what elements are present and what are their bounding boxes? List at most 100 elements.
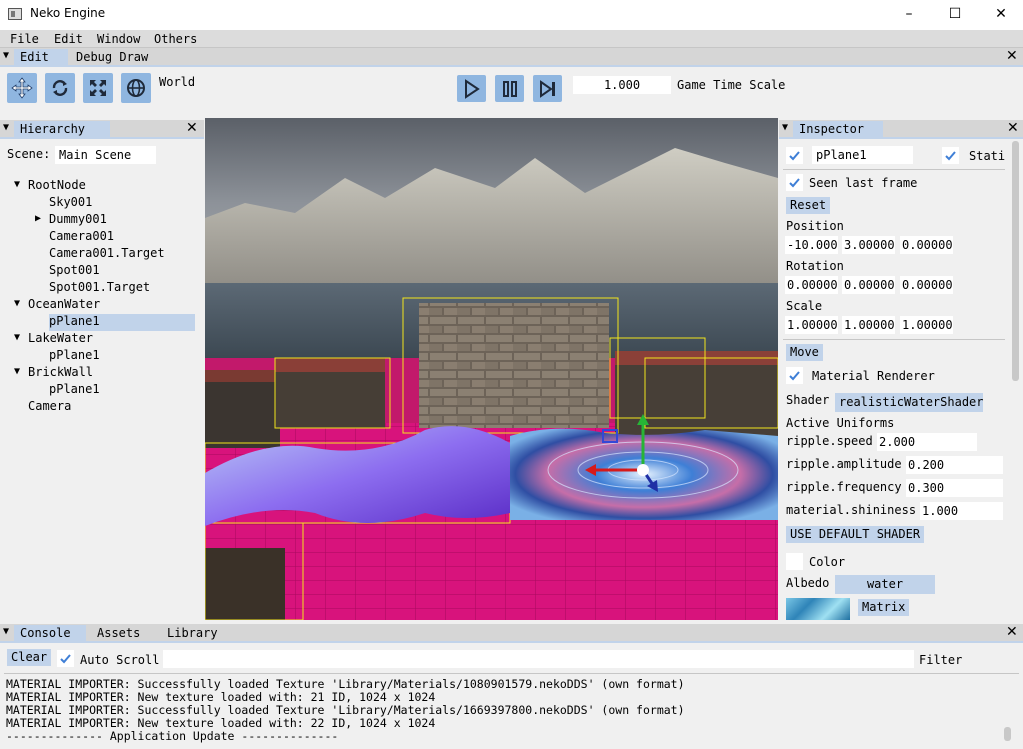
scrollbar-thumb[interactable]	[1012, 141, 1019, 381]
console-scrollbar[interactable]	[1002, 677, 1012, 747]
filter-input[interactable]	[163, 650, 914, 668]
hierarchy-item[interactable]: pPlane1	[49, 382, 100, 399]
console-line: MATERIAL IMPORTER: New texture loaded wi…	[6, 716, 436, 730]
close-icon[interactable]: ✕	[1006, 48, 1018, 64]
menu-edit[interactable]: Edit	[54, 32, 83, 46]
auto-scroll-checkbox[interactable]	[57, 650, 74, 667]
hierarchy-item[interactable]: Camera001.Target	[49, 246, 165, 263]
scale-y-input[interactable]: 1.00000	[842, 316, 895, 334]
scene-viewport[interactable]	[205, 118, 778, 620]
position-x-input[interactable]: -10.000	[785, 236, 838, 254]
pause-button[interactable]	[495, 75, 524, 102]
position-z-input[interactable]: 0.00000	[900, 236, 953, 254]
scale-tool-button[interactable]	[83, 73, 113, 103]
play-icon	[465, 79, 480, 99]
collapse-arrow-icon[interactable]: ▼	[3, 122, 9, 133]
menu-others[interactable]: Others	[154, 32, 197, 46]
collapse-arrow-icon[interactable]: ▼	[3, 50, 9, 61]
app-icon	[8, 8, 22, 20]
menu-bar: File Edit Window Others	[0, 30, 1023, 48]
hierarchy-item-label: pPlane1	[49, 314, 100, 328]
uniform-value-input[interactable]: 1.000	[920, 502, 1003, 520]
hierarchy-item[interactable]: ▼ RootNode	[14, 178, 86, 195]
menu-window[interactable]: Window	[97, 32, 140, 46]
uniform-value-input[interactable]: 2.000	[877, 433, 977, 451]
hierarchy-item[interactable]: ▼ LakeWater	[14, 331, 93, 348]
scale-x-input[interactable]: 1.00000	[785, 316, 838, 334]
collapse-arrow-icon[interactable]: ▼	[3, 626, 9, 637]
menu-file[interactable]: File	[10, 32, 39, 46]
close-icon[interactable]: ✕	[1007, 120, 1019, 136]
window-title: Neko Engine	[30, 6, 106, 20]
expand-arrow-icon[interactable]: ▶	[35, 213, 41, 224]
object-name-input[interactable]: pPlane1	[812, 146, 913, 164]
hierarchy-item-label: Camera	[28, 399, 72, 413]
step-button[interactable]	[533, 75, 562, 102]
hierarchy-item[interactable]: Sky001	[49, 195, 92, 212]
seen-last-frame-checkbox[interactable]	[786, 174, 803, 191]
collapse-arrow-icon[interactable]: ▼	[14, 366, 20, 377]
maximize-button[interactable]: ☐	[932, 0, 978, 30]
tab-assets[interactable]: Assets	[91, 625, 146, 641]
world-space-button[interactable]	[121, 73, 151, 103]
time-scale-input[interactable]: 1.000	[573, 76, 671, 94]
scene-name-input[interactable]: Main Scene	[55, 146, 156, 164]
play-button[interactable]	[457, 75, 486, 102]
collapse-arrow-icon[interactable]: ▼	[782, 122, 788, 133]
position-y-input[interactable]: 3.00000	[842, 236, 895, 254]
hierarchy-item[interactable]: Spot001.Target	[49, 280, 150, 297]
rotation-x-input[interactable]: 0.00000	[785, 276, 838, 294]
move-button[interactable]: Move	[786, 344, 823, 361]
rotation-y-input[interactable]: 0.00000	[842, 276, 895, 294]
hierarchy-item[interactable]: pPlane1	[49, 314, 195, 331]
close-window-button[interactable]: ✕	[978, 0, 1023, 30]
console-line: MATERIAL IMPORTER: New texture loaded wi…	[6, 690, 436, 704]
hierarchy-item[interactable]: ▶ Dummy001	[35, 212, 107, 229]
hierarchy-item[interactable]: Spot001	[49, 263, 100, 280]
scene-label: Scene:	[7, 147, 51, 161]
static-checkbox[interactable]	[942, 147, 959, 164]
collapse-arrow-icon[interactable]: ▼	[14, 298, 20, 309]
shader-select[interactable]: realisticWaterShader	[835, 393, 984, 412]
tab-debug-draw[interactable]: Debug Draw	[70, 49, 154, 65]
hierarchy-item[interactable]: ▼ BrickWall	[14, 365, 93, 382]
active-checkbox[interactable]	[786, 147, 803, 164]
move-tool-button[interactable]	[7, 73, 37, 103]
checkmark-icon	[945, 151, 956, 161]
inspector-panel: pPlane1 Stati Seen last frame Reset Posi…	[779, 139, 1023, 620]
uniform-value-input[interactable]: 0.200	[906, 456, 1003, 474]
tab-library[interactable]: Library	[161, 625, 224, 641]
color-checkbox[interactable]	[786, 553, 803, 570]
inspector-scrollbar[interactable]	[1010, 139, 1020, 620]
material-renderer-label: Material Renderer	[812, 369, 935, 383]
uniform-value-input[interactable]: 0.300	[906, 479, 1003, 497]
scrollbar-thumb[interactable]	[1004, 727, 1011, 741]
collapse-arrow-icon[interactable]: ▼	[14, 332, 20, 343]
albedo-texture-preview	[786, 598, 850, 620]
tab-inspector[interactable]: Inspector	[793, 121, 883, 137]
rotate-tool-button[interactable]	[45, 73, 75, 103]
close-icon[interactable]: ✕	[1006, 624, 1018, 640]
albedo-texture-select[interactable]: water	[835, 575, 935, 594]
uniform-name: ripple.speed	[786, 434, 873, 448]
collapse-arrow-icon[interactable]: ▼	[14, 179, 20, 190]
tab-console[interactable]: Console	[14, 625, 86, 641]
use-default-shader-button[interactable]: USE DEFAULT SHADER	[786, 526, 925, 543]
rotation-z-input[interactable]: 0.00000	[900, 276, 953, 294]
matrix-button[interactable]: Matrix	[858, 599, 910, 616]
hierarchy-item[interactable]: ▼ OceanWater	[14, 297, 100, 314]
tab-edit[interactable]: Edit	[14, 49, 68, 65]
hierarchy-item[interactable]: Camera	[28, 399, 71, 416]
minimize-button[interactable]: –	[886, 0, 932, 30]
material-renderer-checkbox[interactable]	[786, 367, 803, 384]
inspector-tab-bar: ▼ Inspector ✕	[779, 120, 1023, 139]
hierarchy-item[interactable]: Camera001	[49, 229, 114, 246]
tab-hierarchy[interactable]: Hierarchy	[14, 121, 110, 137]
checkmark-icon	[789, 151, 800, 161]
scale-z-input[interactable]: 1.00000	[900, 316, 953, 334]
clear-button[interactable]: Clear	[7, 649, 52, 666]
close-icon[interactable]: ✕	[186, 120, 198, 136]
console-line: -------------- Application Update ------…	[6, 729, 339, 743]
hierarchy-item[interactable]: pPlane1	[49, 348, 100, 365]
reset-button[interactable]: Reset	[786, 197, 831, 214]
